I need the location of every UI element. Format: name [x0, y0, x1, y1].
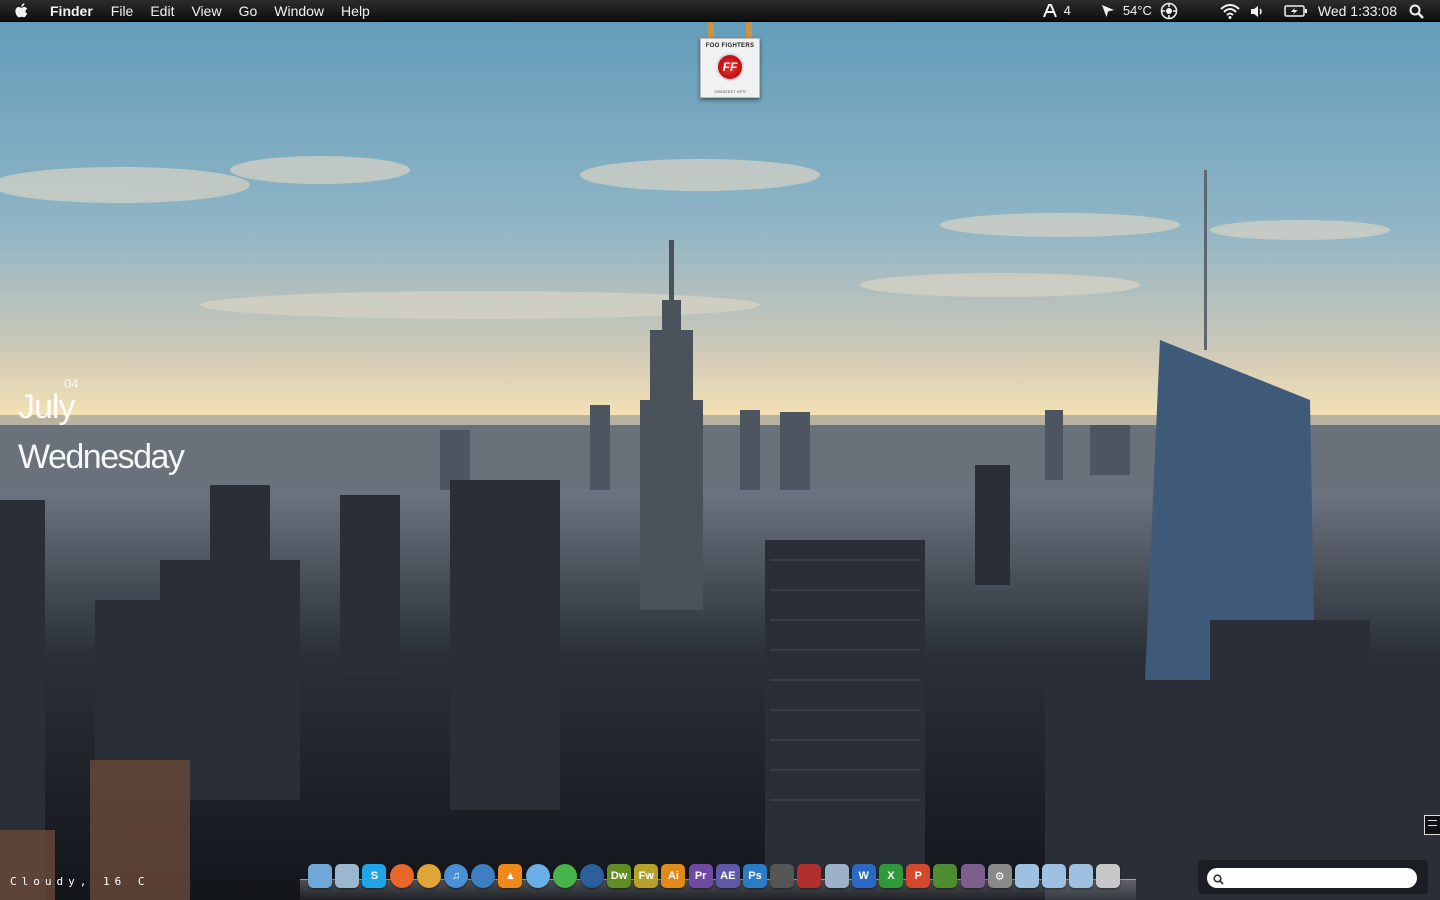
dock-item-trash[interactable]	[1096, 864, 1121, 888]
menu-app-name[interactable]: Finder	[50, 0, 93, 22]
menu-clock[interactable]: Wed 1:33:08	[1318, 0, 1397, 22]
dock-item-label: Fw	[638, 870, 654, 882]
menu-window[interactable]: Window	[274, 0, 324, 22]
battery-icon[interactable]	[1284, 4, 1308, 18]
dock-item-mail[interactable]	[335, 864, 360, 888]
dock-item-powerpoint[interactable]: P	[906, 864, 931, 888]
dock-icons: S ♫ ▲ Dw Fw Ai Pr AE Ps W X P ⚙	[308, 864, 1124, 888]
album-art-widget[interactable]: FOO FIGHTERS FF GREATEST HITS	[700, 22, 760, 98]
dock-item-firefox[interactable]	[389, 864, 414, 888]
search-input[interactable]	[1207, 868, 1417, 888]
dock-item-label: S	[370, 870, 379, 882]
workspace-icon[interactable]	[1042, 4, 1059, 18]
dock-item-automator[interactable]	[960, 864, 985, 888]
dock-item-word[interactable]: W	[851, 864, 876, 888]
dock-item-label: X	[887, 870, 895, 882]
dock-item-label: Pr	[694, 870, 707, 882]
dock-item-cyberduck[interactable]	[525, 864, 550, 888]
weather-text: Cloudy, 16 C	[10, 875, 150, 888]
dock-item-safari[interactable]	[471, 864, 496, 888]
workspace-count[interactable]: 4	[1064, 0, 1071, 22]
dock-item-label: ▲	[504, 870, 516, 882]
date-weekday: Wednesday	[18, 438, 185, 476]
dock-item-facetime[interactable]	[552, 864, 577, 888]
dock-item-label: Ps	[748, 870, 762, 882]
dock-item-label: ♫	[451, 870, 461, 882]
dock-item-folder-applications[interactable]	[1014, 864, 1039, 888]
dock-item-excel[interactable]: X	[878, 864, 903, 888]
dock-item-system-preferences[interactable]: ⚙	[987, 864, 1012, 888]
dock-item-quicktime[interactable]	[579, 864, 604, 888]
dock-item-after-effects[interactable]: AE	[715, 864, 740, 888]
dock-item-final-cut[interactable]	[770, 864, 795, 888]
apple-icon[interactable]	[14, 0, 32, 22]
dock-item-label: ⚙	[994, 870, 1005, 883]
dock-item-finder[interactable]	[308, 864, 332, 888]
dock-item-itunes[interactable]: ♫	[443, 864, 468, 888]
album-clip-left	[708, 22, 714, 38]
dock-item-premiere[interactable]: Pr	[688, 864, 713, 888]
menu-go[interactable]: Go	[239, 0, 258, 22]
album-band: FOO FIGHTERS	[705, 43, 755, 49]
album-title: GREATEST HITS	[714, 89, 746, 94]
dock-item-label: Ai	[667, 870, 679, 882]
dock-item-illustrator[interactable]: Ai	[661, 864, 686, 888]
album-clip-right	[746, 22, 752, 38]
menu-help[interactable]: Help	[341, 0, 370, 22]
dock-item-label: P	[914, 870, 922, 882]
spotlight-icon[interactable]	[1409, 4, 1424, 19]
album-cover[interactable]: FOO FIGHTERS FF GREATEST HITS	[700, 38, 760, 98]
volume-icon[interactable]	[1250, 5, 1264, 18]
side-panel-handle[interactable]	[1424, 815, 1440, 835]
menu-bar: Finder File Edit View Go Window Help 4 5…	[0, 0, 1440, 22]
dock-item-istat[interactable]	[824, 864, 849, 888]
dock-item-skype[interactable]: S	[362, 864, 387, 888]
dock: S ♫ ▲ Dw Fw Ai Pr AE Ps W X P ⚙	[300, 862, 1136, 900]
dock-item-dreamweaver[interactable]: Dw	[607, 864, 632, 888]
dock-item-chrome[interactable]	[416, 864, 441, 888]
dock-item-label: W	[858, 870, 869, 882]
cursor-icon[interactable]	[1101, 4, 1115, 18]
dock-item-photoshop[interactable]: Ps	[743, 864, 767, 888]
dock-item-label: Dw	[610, 870, 628, 882]
menu-file[interactable]: File	[111, 0, 134, 22]
dock-item-folder-downloads[interactable]	[1069, 864, 1094, 888]
album-badge: FF	[716, 53, 744, 81]
dock-item-fireworks[interactable]: Fw	[634, 864, 659, 888]
dock-item-label: AE	[720, 870, 736, 882]
menu-view[interactable]: View	[191, 0, 221, 22]
search-icon	[1213, 872, 1224, 890]
dock-item-vlc[interactable]: ▲	[498, 864, 523, 888]
temperature-readout[interactable]: 54°C	[1123, 0, 1152, 22]
menu-edit[interactable]: Edit	[150, 0, 174, 22]
dock-item-photo-booth[interactable]	[797, 864, 822, 888]
dock-item-folder-documents[interactable]	[1042, 864, 1067, 888]
desktop-wallpaper	[0, 0, 1440, 900]
date-month: July	[18, 388, 75, 426]
dock-item-minecraft[interactable]	[933, 864, 958, 888]
sensor-icon[interactable]	[1160, 2, 1178, 20]
wifi-icon[interactable]	[1220, 3, 1240, 19]
search-widget	[1198, 860, 1428, 894]
